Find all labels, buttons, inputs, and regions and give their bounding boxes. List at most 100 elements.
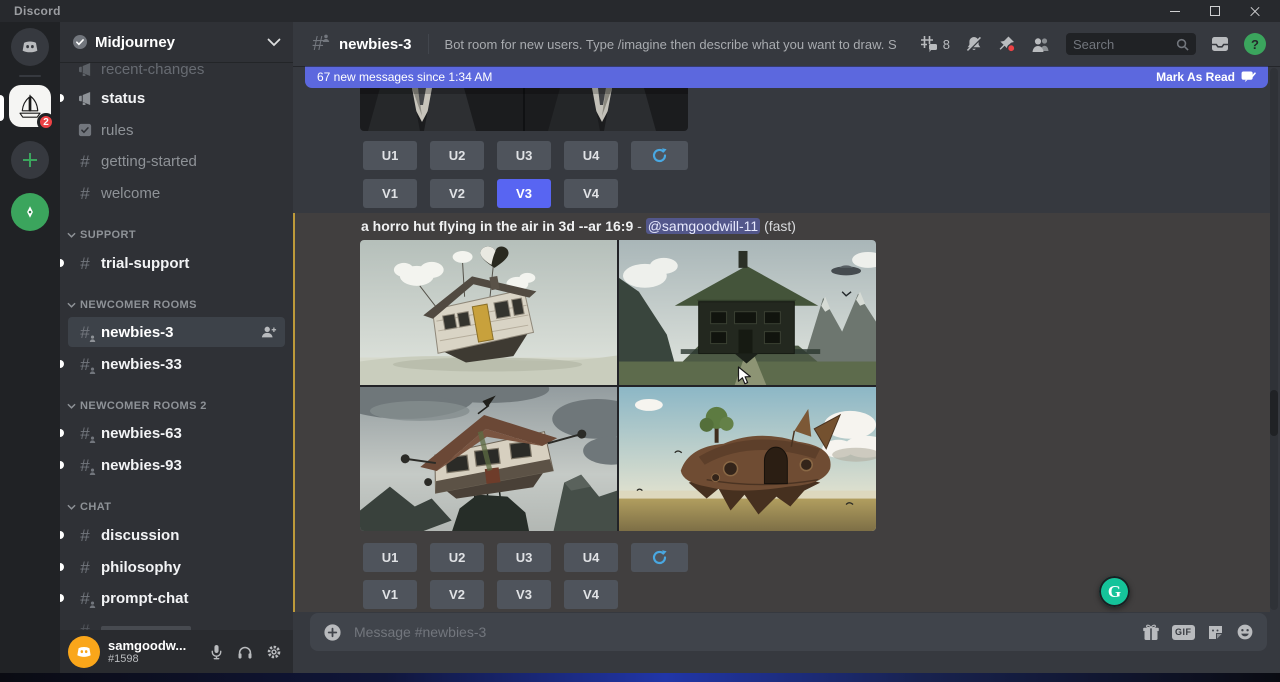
search-input[interactable]: Search — [1066, 33, 1196, 55]
sidebar-item-prompt-chat[interactable]: # prompt-chat — [68, 583, 285, 613]
channel-sidebar: Midjourney recent-changes status ru — [60, 22, 293, 673]
grammarly-icon: G — [1108, 582, 1121, 602]
gift-button[interactable] — [1142, 624, 1160, 641]
sidebar-item-newbies-33[interactable]: # newbies-33 — [68, 349, 285, 379]
grammarly-button[interactable]: G — [1099, 576, 1130, 607]
avatar[interactable] — [68, 636, 100, 668]
invite-member-icon[interactable] — [261, 325, 277, 339]
discord-mascot-icon — [74, 642, 94, 662]
u2-button[interactable]: U2 — [430, 141, 484, 170]
u1-button[interactable]: U1 — [363, 543, 417, 572]
sidebar-item-rules[interactable]: rules — [68, 115, 285, 145]
sidebar-item-philosophy[interactable]: # philosophy — [68, 552, 285, 582]
attach-plus-button[interactable] — [323, 623, 342, 642]
u4-button[interactable]: U4 — [564, 543, 618, 572]
channel-topic[interactable]: Bot room for new users. Type /imagine th… — [445, 37, 897, 52]
previous-generation-image[interactable] — [360, 88, 688, 131]
section-header-newcomer-rooms[interactable]: NEWCOMER ROOMS — [67, 299, 197, 311]
add-server-button[interactable] — [11, 141, 49, 179]
explore-compass-icon — [19, 201, 41, 223]
sidebar-item-clipped[interactable]: # — [68, 615, 285, 630]
sidebar-item-status[interactable]: status — [68, 83, 285, 113]
v4-button[interactable]: V4 — [564, 580, 618, 609]
v1-button[interactable]: V1 — [363, 580, 417, 609]
notifications-muted-button[interactable] — [965, 35, 983, 53]
headphones-icon[interactable] — [236, 643, 254, 661]
search-icon — [1176, 38, 1189, 51]
megaphone-icon — [76, 92, 94, 105]
u3-button[interactable]: U3 — [497, 543, 551, 572]
member-dot-icon — [322, 34, 330, 42]
gif-button[interactable]: GIF — [1172, 625, 1196, 640]
new-messages-text: 67 new messages since 1:34 AM — [317, 70, 492, 84]
mark-as-read-button[interactable]: Mark As Read — [1156, 70, 1256, 84]
user-mention[interactable]: @samgoodwill-11 — [646, 218, 760, 234]
member-dot-icon — [89, 367, 96, 374]
valley-house-image — [619, 240, 876, 385]
sidebar-item-newbies-63[interactable]: # newbies-63 — [68, 418, 285, 448]
variation-row-msg2: V1 V2 V3 V4 — [363, 580, 618, 609]
close-icon[interactable] — [1248, 4, 1262, 18]
generated-image-4[interactable] — [619, 387, 876, 531]
hash-member-icon: # — [76, 356, 94, 373]
sidebar-item-welcome[interactable]: # welcome — [68, 178, 285, 208]
inbox-button[interactable] — [1211, 36, 1229, 52]
selected-server-pill — [0, 95, 4, 121]
hash-icon: # — [76, 527, 94, 544]
sidebar-item-discussion[interactable]: # discussion — [68, 520, 285, 550]
threads-count: 8 — [943, 37, 950, 52]
chevron-down-icon — [267, 38, 281, 47]
help-button[interactable]: ? — [1244, 33, 1266, 55]
gear-icon[interactable] — [265, 643, 283, 661]
section-header-newcomer-rooms-2[interactable]: NEWCOMER ROOMS 2 — [67, 400, 207, 412]
unread-pill — [60, 94, 64, 102]
u4-button[interactable]: U4 — [564, 141, 618, 170]
topbar-icons: 8 — [919, 33, 1266, 55]
upscale-row-msg1: U1 U2 U3 U4 — [363, 141, 688, 170]
v3-button-selected[interactable]: V3 — [497, 179, 551, 208]
sidebar-item-getting-started[interactable]: # getting-started — [68, 146, 285, 176]
v1-button[interactable]: V1 — [363, 179, 417, 208]
member-list-button[interactable] — [1031, 36, 1051, 53]
chat-scrollbar[interactable] — [1270, 68, 1278, 610]
message-input[interactable]: Message #newbies-3 — [354, 624, 1130, 640]
generated-image-2[interactable] — [619, 240, 876, 385]
u3-button[interactable]: U3 — [497, 141, 551, 170]
hash-icon: # — [76, 255, 94, 272]
server-button-midjourney[interactable]: 2 — [9, 85, 51, 127]
server-header[interactable]: Midjourney — [60, 22, 293, 62]
v4-button[interactable]: V4 — [564, 179, 618, 208]
sticker-button[interactable] — [1207, 624, 1224, 641]
maximize-icon[interactable] — [1208, 4, 1222, 18]
explore-button[interactable] — [11, 193, 49, 231]
reroll-button[interactable] — [631, 141, 688, 170]
sidebar-item-recent-changes[interactable]: recent-changes — [68, 62, 285, 84]
upscale-row-msg2: U1 U2 U3 U4 — [363, 543, 688, 572]
reroll-button[interactable] — [631, 543, 688, 572]
channel-list: recent-changes status rules # getting-st… — [60, 62, 293, 630]
scrollbar-thumb[interactable] — [1270, 390, 1278, 436]
new-messages-banner[interactable]: 67 new messages since 1:34 AM Mark As Re… — [305, 66, 1268, 88]
generated-image-3[interactable] — [360, 387, 617, 531]
sidebar-item-newbies-3[interactable]: # newbies-3 — [68, 317, 285, 347]
section-header-chat[interactable]: CHAT — [67, 501, 111, 513]
v3-button[interactable]: V3 — [497, 580, 551, 609]
sidebar-item-newbies-93[interactable]: # newbies-93 — [68, 450, 285, 480]
sidebar-item-trial-support[interactable]: # trial-support — [68, 248, 285, 278]
generated-image-grid — [360, 240, 876, 531]
threads-button[interactable]: 8 — [919, 35, 950, 53]
emoji-button[interactable] — [1236, 623, 1254, 641]
microphone-icon[interactable] — [207, 643, 225, 661]
pinned-messages-button[interactable] — [998, 35, 1016, 53]
minimize-icon[interactable] — [1168, 4, 1182, 18]
user-info[interactable]: samgoodw... #1598 — [108, 638, 199, 665]
u2-button[interactable]: U2 — [430, 543, 484, 572]
discord-home-button[interactable] — [11, 28, 49, 66]
section-header-support[interactable]: SUPPORT — [67, 229, 136, 241]
u1-button[interactable]: U1 — [363, 141, 417, 170]
v2-button[interactable]: V2 — [430, 580, 484, 609]
plus-icon — [23, 153, 37, 167]
member-dot-icon — [89, 601, 96, 608]
v2-button[interactable]: V2 — [430, 179, 484, 208]
generated-image-1[interactable] — [360, 240, 617, 385]
